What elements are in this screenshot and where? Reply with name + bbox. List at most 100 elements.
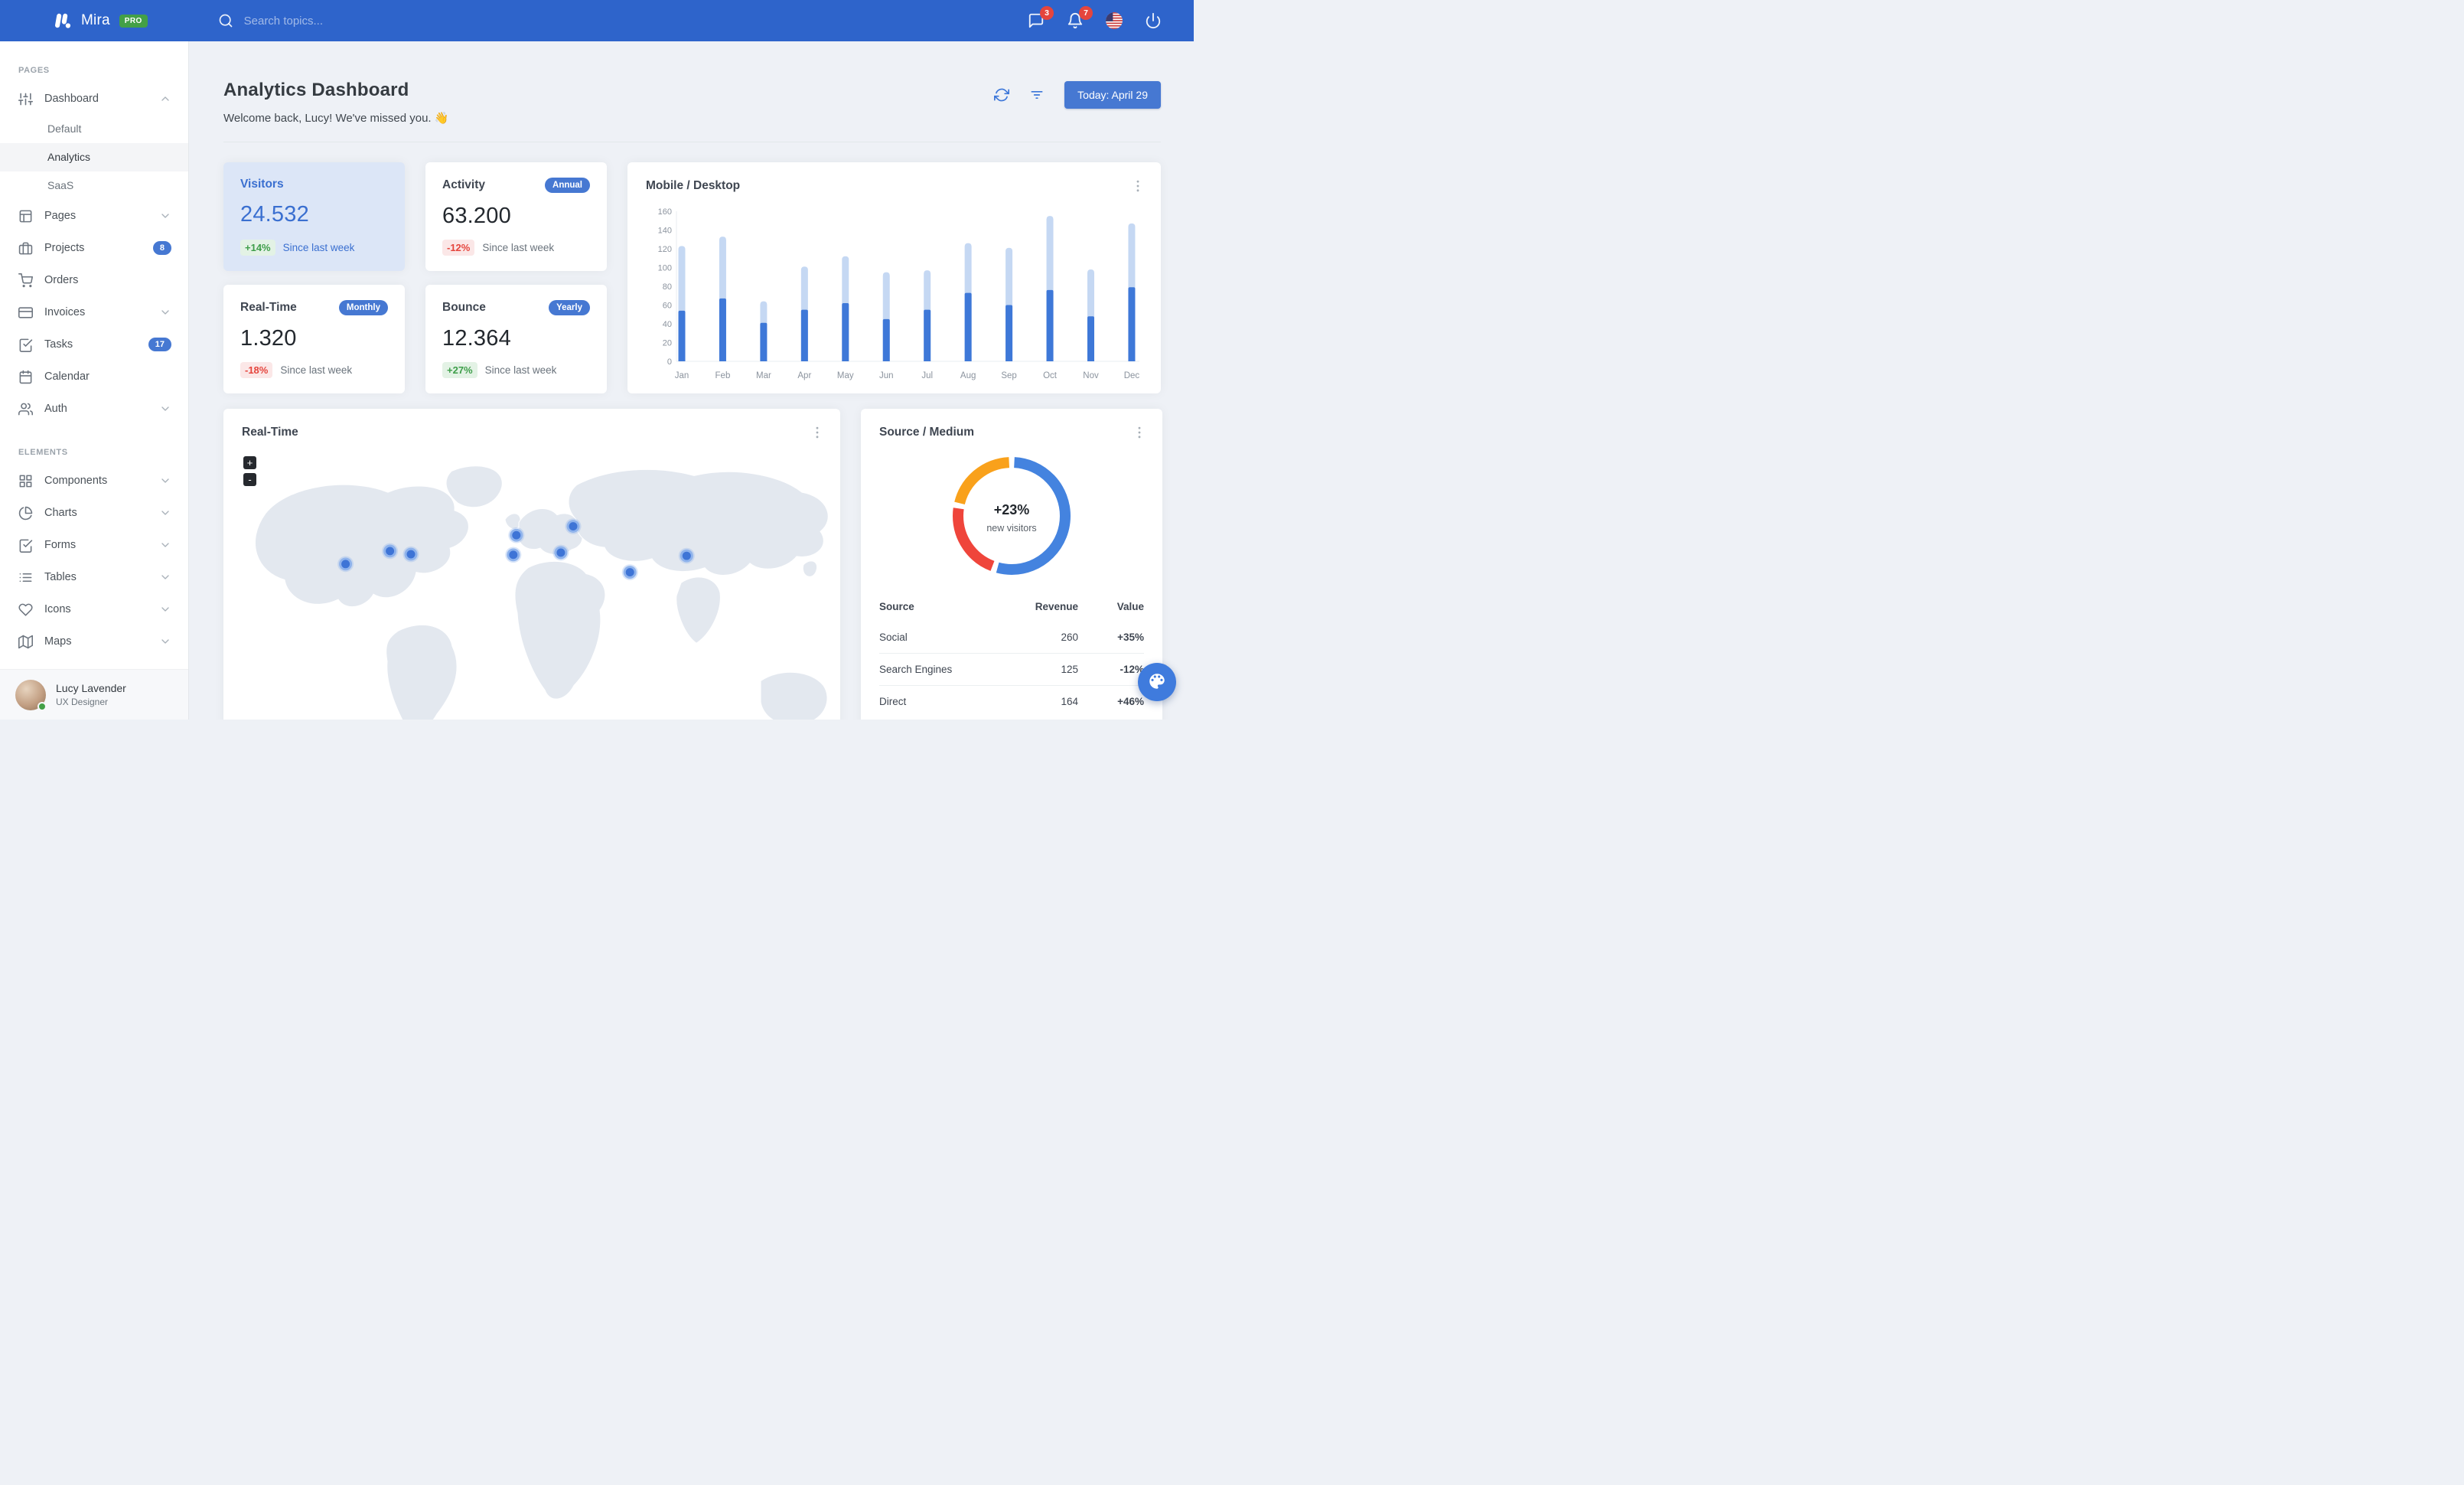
sidebar-nav: PAGES Dashboard Default Analytics SaaS Pages P… xyxy=(0,41,188,669)
source-menu-button[interactable] xyxy=(1132,424,1149,441)
sidebar-item-tasks[interactable]: Tasks 17 xyxy=(0,328,188,361)
sidebar-item-tables[interactable]: Tables xyxy=(0,561,188,593)
stats-grid: Visitors 24.532 +14% Since last week Activit… xyxy=(223,162,1161,393)
sidebar-item-label: Maps xyxy=(44,635,72,648)
filter-button[interactable] xyxy=(1029,86,1046,103)
source-col-header: Source xyxy=(879,601,914,612)
sidebar-item-projects[interactable]: Projects 8 xyxy=(0,232,188,264)
page-title: Analytics Dashboard xyxy=(223,80,409,100)
user-role: UX Designer xyxy=(56,697,109,707)
value-col-header: Value xyxy=(1116,601,1144,612)
donut-chart: +23% new visitors xyxy=(950,455,1073,581)
svg-text:Nov: Nov xyxy=(1083,371,1099,380)
kebab-icon xyxy=(810,425,826,440)
sidebar-item-label: Calendar xyxy=(44,370,90,383)
map-marker[interactable] xyxy=(508,527,525,543)
svg-text:Feb: Feb xyxy=(715,371,731,380)
map-marker[interactable] xyxy=(552,544,569,561)
stat-delta: -18% xyxy=(240,362,273,378)
sidebar-item-pages[interactable]: Pages xyxy=(0,200,188,232)
sidebar-item-calendar[interactable]: Calendar xyxy=(0,361,188,393)
sidebar-item-label: Dashboard xyxy=(44,93,99,105)
mobile-desktop-chart-card: Mobile / Desktop 0 20 40 60 80 100 120 140 160 Ja… xyxy=(627,162,1161,393)
svg-text:140: 140 xyxy=(658,227,672,236)
map-zoom-in-button[interactable]: + xyxy=(243,456,256,469)
svg-text:0: 0 xyxy=(667,357,672,367)
chart-menu-button[interactable] xyxy=(1130,178,1147,194)
language-button[interactable] xyxy=(1106,11,1124,30)
sidebar-subitem-default[interactable]: Default xyxy=(0,115,188,143)
sliders-icon xyxy=(18,92,33,106)
map-menu-button[interactable] xyxy=(810,424,826,441)
sidebar-item-forms[interactable]: Forms xyxy=(0,529,188,561)
sidebar-badge: 8 xyxy=(152,241,171,255)
sidebar-item-orders[interactable]: Orders xyxy=(0,264,188,296)
sidebar-item-icons[interactable]: Icons xyxy=(0,593,188,625)
map-zoom-out-button[interactable]: - xyxy=(243,473,256,486)
revenue-cell: 260 xyxy=(1061,632,1078,643)
sidebar-item-auth[interactable]: Auth xyxy=(0,393,188,425)
map-icon xyxy=(18,635,33,649)
stat-caption: Since last week xyxy=(282,242,355,253)
value-cell: +46% xyxy=(1078,685,1144,717)
stat-value: 1.320 xyxy=(240,326,297,351)
filter-icon xyxy=(1029,87,1046,103)
sidebar-user[interactable]: Lucy Lavender UX Designer xyxy=(0,669,188,720)
sidebar-item-label: Charts xyxy=(44,507,77,519)
map-marker[interactable] xyxy=(678,547,695,564)
revenue-cell: 125 xyxy=(1004,653,1078,686)
sidebar-item-label: Tables xyxy=(44,571,77,583)
list-icon xyxy=(18,570,33,585)
brand-name: Mira xyxy=(81,12,110,28)
stat-caption: Since last week xyxy=(280,364,353,376)
us-flag-icon xyxy=(1106,12,1123,29)
sidebar-item-label: Auth xyxy=(44,403,67,415)
svg-text:80: 80 xyxy=(663,282,672,292)
svg-text:Mar: Mar xyxy=(756,371,771,380)
sidebar-item-invoices[interactable]: Invoices xyxy=(0,296,188,328)
notifications-button[interactable]: 7 xyxy=(1067,6,1093,30)
world-map-svg xyxy=(254,465,829,720)
map-marker[interactable] xyxy=(565,518,582,534)
sidebar-subitem-saas[interactable]: SaaS xyxy=(0,171,188,200)
map-marker[interactable] xyxy=(621,564,638,580)
stat-delta: +27% xyxy=(442,362,477,378)
brand[interactable]: Mira PRO xyxy=(52,11,148,31)
sidebar-item-maps[interactable]: Maps xyxy=(0,625,188,658)
table-row: Direct 164 +46% xyxy=(879,685,1144,717)
sidebar-subitem-analytics[interactable]: Analytics xyxy=(0,143,188,171)
svg-text:Jun: Jun xyxy=(879,371,894,380)
stat-title: Real-Time xyxy=(240,301,297,314)
sidebar-badge: 17 xyxy=(148,338,171,351)
navbar-search xyxy=(218,13,443,28)
messages-button[interactable]: 3 xyxy=(1028,6,1054,30)
svg-text:Jul: Jul xyxy=(921,371,933,380)
map-marker[interactable] xyxy=(337,556,354,573)
stat-title: Bounce xyxy=(442,301,486,314)
map-marker[interactable] xyxy=(403,546,419,563)
source-cell: Social xyxy=(879,632,908,643)
revenue-col-header: Revenue xyxy=(1035,601,1078,612)
world-map[interactable]: + - xyxy=(223,445,840,720)
map-title: Real-Time xyxy=(242,426,298,439)
map-marker[interactable] xyxy=(382,543,399,560)
map-marker[interactable] xyxy=(505,547,522,563)
svg-text:May: May xyxy=(837,371,854,380)
source-medium-title: Source / Medium xyxy=(879,426,975,439)
today-button[interactable]: Today: April 29 xyxy=(1064,81,1161,109)
header-actions: Today: April 29 xyxy=(994,81,1161,109)
check-square-icon xyxy=(18,538,33,553)
theme-settings-button[interactable] xyxy=(1138,663,1176,701)
sidebar-item-charts[interactable]: Charts xyxy=(0,497,188,529)
power-icon xyxy=(1145,12,1163,29)
svg-text:60: 60 xyxy=(663,302,672,311)
sign-out-button[interactable] xyxy=(1145,11,1163,30)
refresh-button[interactable] xyxy=(994,86,1011,103)
svg-text:Oct: Oct xyxy=(1043,371,1058,380)
value-cell: -12% xyxy=(1078,653,1144,686)
sidebar-item-dashboard[interactable]: Dashboard xyxy=(0,83,188,115)
search-input[interactable] xyxy=(243,14,443,28)
stat-value: 24.532 xyxy=(240,202,309,227)
users-icon xyxy=(18,402,33,416)
sidebar-item-components[interactable]: Components xyxy=(0,465,188,497)
